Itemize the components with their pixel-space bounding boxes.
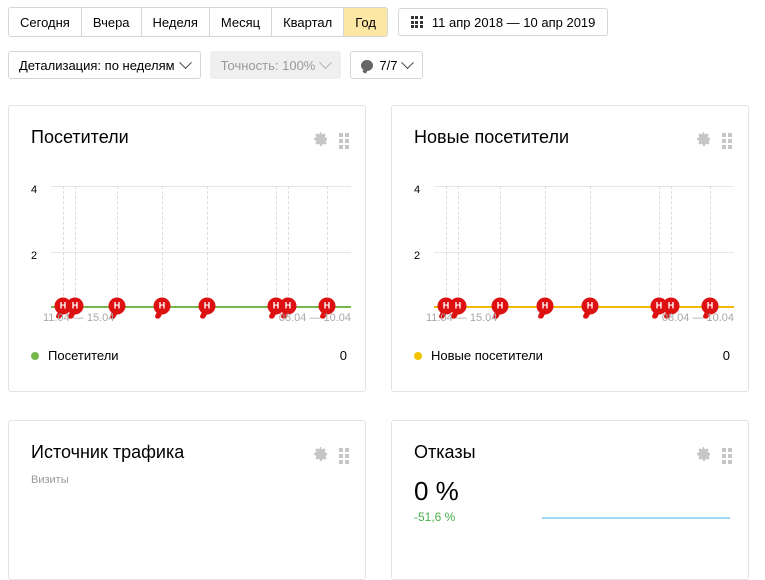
period-button-year[interactable]: Год bbox=[344, 8, 387, 36]
drag-handle-icon[interactable] bbox=[339, 447, 349, 464]
chart-legend: Посетители 0 bbox=[31, 348, 347, 363]
plot-area: Н Н Н Н Н Н Н Н 11.04 — 15.04 08.04 — 10… bbox=[426, 176, 734, 324]
chevron-down-icon bbox=[401, 55, 415, 69]
card-title: Посетители bbox=[31, 127, 129, 147]
card-title: Источник трафика bbox=[31, 442, 185, 462]
bounce-value: 0 % bbox=[414, 476, 459, 506]
comment-marker[interactable]: Н bbox=[581, 297, 599, 315]
vgridline bbox=[276, 186, 277, 306]
card-new-visitors: Новые посетители Н Н Н Н Н Н Н Н 11.04 —… bbox=[391, 105, 749, 392]
card-bounces: Отказы 0 % -51,6 % bbox=[391, 420, 749, 580]
comment-marker[interactable]: Н bbox=[153, 297, 171, 315]
x-axis-label-start: 11.04 — 15.04 bbox=[426, 312, 498, 324]
detalization-label: Детализация: по неделям bbox=[19, 57, 175, 73]
legend-label: Посетители bbox=[48, 348, 119, 363]
vgridline bbox=[671, 186, 672, 306]
detalization-dropdown[interactable]: Детализация: по неделям bbox=[8, 51, 201, 79]
chart-visitors: Н Н Н Н Н Н Н Н 11.04 — 15.04 08.04 — 10… bbox=[31, 176, 351, 324]
chart-new-visitors: Н Н Н Н Н Н Н Н 11.04 — 15.04 08.04 — 10… bbox=[414, 176, 734, 324]
gear-icon[interactable] bbox=[313, 446, 329, 465]
vgridline bbox=[288, 186, 289, 306]
period-button-month[interactable]: Месяц bbox=[209, 8, 273, 36]
accuracy-dropdown[interactable]: Точность: 100% bbox=[209, 51, 342, 79]
vgridline bbox=[207, 186, 208, 306]
gridline-y2 bbox=[434, 252, 734, 253]
vgridline bbox=[590, 186, 591, 306]
gridline-y4 bbox=[434, 186, 734, 187]
vgridline bbox=[458, 186, 459, 306]
y-axis-tick-2: 2 bbox=[31, 250, 38, 262]
bounce-sparkline bbox=[542, 517, 730, 519]
gear-icon[interactable] bbox=[313, 131, 329, 150]
legend-color-swatch bbox=[31, 351, 39, 360]
calendar-grid-icon bbox=[410, 16, 423, 28]
vgridline bbox=[117, 186, 118, 306]
gridline-y4 bbox=[51, 186, 351, 187]
vgridline bbox=[446, 186, 447, 306]
drag-handle-icon[interactable] bbox=[722, 447, 732, 464]
accuracy-label: Точность: 100% bbox=[220, 57, 316, 73]
vgridline bbox=[75, 186, 76, 306]
bounce-delta: -51,6 % bbox=[414, 510, 456, 524]
y-axis-tick-2: 2 bbox=[414, 250, 421, 262]
vgridline bbox=[500, 186, 501, 306]
comments-dropdown[interactable]: 7/7 bbox=[350, 51, 424, 79]
x-axis-label-start: 11.04 — 15.04 bbox=[43, 312, 115, 324]
comment-marker[interactable]: Н bbox=[536, 297, 554, 315]
period-button-week[interactable]: Неделя bbox=[141, 8, 210, 36]
period-button-quarter[interactable]: Квартал bbox=[272, 8, 345, 36]
card-title: Отказы bbox=[414, 442, 476, 462]
vgridline bbox=[545, 186, 546, 306]
card-tools bbox=[696, 446, 732, 465]
plot-area: Н Н Н Н Н Н Н Н 11.04 — 15.04 08.04 — 10… bbox=[43, 176, 351, 324]
chevron-down-icon bbox=[178, 55, 192, 69]
period-button-today[interactable]: Сегодня bbox=[9, 8, 82, 36]
chart-legend: Новые посетители 0 bbox=[414, 348, 730, 363]
card-subtitle: Визиты bbox=[31, 474, 69, 486]
date-range-label: 11 апр 2018 — 10 апр 2019 bbox=[431, 14, 596, 30]
card-tools bbox=[313, 131, 349, 150]
traffic-chart-clipped-content bbox=[9, 575, 365, 579]
legend-value: 0 bbox=[339, 348, 347, 363]
x-axis-label-end: 08.04 — 10.04 bbox=[661, 312, 734, 324]
gridline-y2 bbox=[51, 252, 351, 253]
card-tools bbox=[313, 446, 349, 465]
card-title: Новые посетители bbox=[414, 127, 570, 147]
period-button-yesterday[interactable]: Вчера bbox=[81, 8, 142, 36]
y-axis-tick-4: 4 bbox=[414, 184, 421, 196]
x-axis-label-end: 08.04 — 10.04 bbox=[278, 312, 351, 324]
legend-color-swatch bbox=[414, 351, 422, 360]
date-range-button[interactable]: 11 апр 2018 — 10 апр 2019 bbox=[397, 8, 609, 36]
drag-handle-icon[interactable] bbox=[722, 132, 732, 149]
options-toolbar: Детализация: по неделям Точность: 100% 7… bbox=[8, 51, 424, 79]
y-axis-tick-4: 4 bbox=[31, 184, 38, 196]
card-tools bbox=[696, 131, 732, 150]
comment-marker[interactable]: Н bbox=[198, 297, 216, 315]
comments-label: 7/7 bbox=[379, 57, 398, 73]
vgridline bbox=[710, 186, 711, 306]
period-button-group: Сегодня Вчера Неделя Месяц Квартал Год bbox=[8, 7, 388, 37]
card-visitors: Посетители Н Н Н Н Н Н Н Н 11.04 — 15.04… bbox=[8, 105, 366, 392]
speech-bubble-icon bbox=[361, 59, 374, 71]
legend-value: 0 bbox=[722, 348, 730, 363]
gear-icon[interactable] bbox=[696, 446, 712, 465]
vgridline bbox=[659, 186, 660, 306]
chevron-down-icon bbox=[319, 55, 333, 69]
vgridline bbox=[327, 186, 328, 306]
legend-label: Новые посетители bbox=[431, 348, 543, 363]
drag-handle-icon[interactable] bbox=[339, 132, 349, 149]
vgridline bbox=[162, 186, 163, 306]
card-traffic-source: Источник трафика Визиты bbox=[8, 420, 366, 580]
period-toolbar: Сегодня Вчера Неделя Месяц Квартал Год 1… bbox=[8, 7, 609, 37]
vgridline bbox=[63, 186, 64, 306]
gear-icon[interactable] bbox=[696, 131, 712, 150]
